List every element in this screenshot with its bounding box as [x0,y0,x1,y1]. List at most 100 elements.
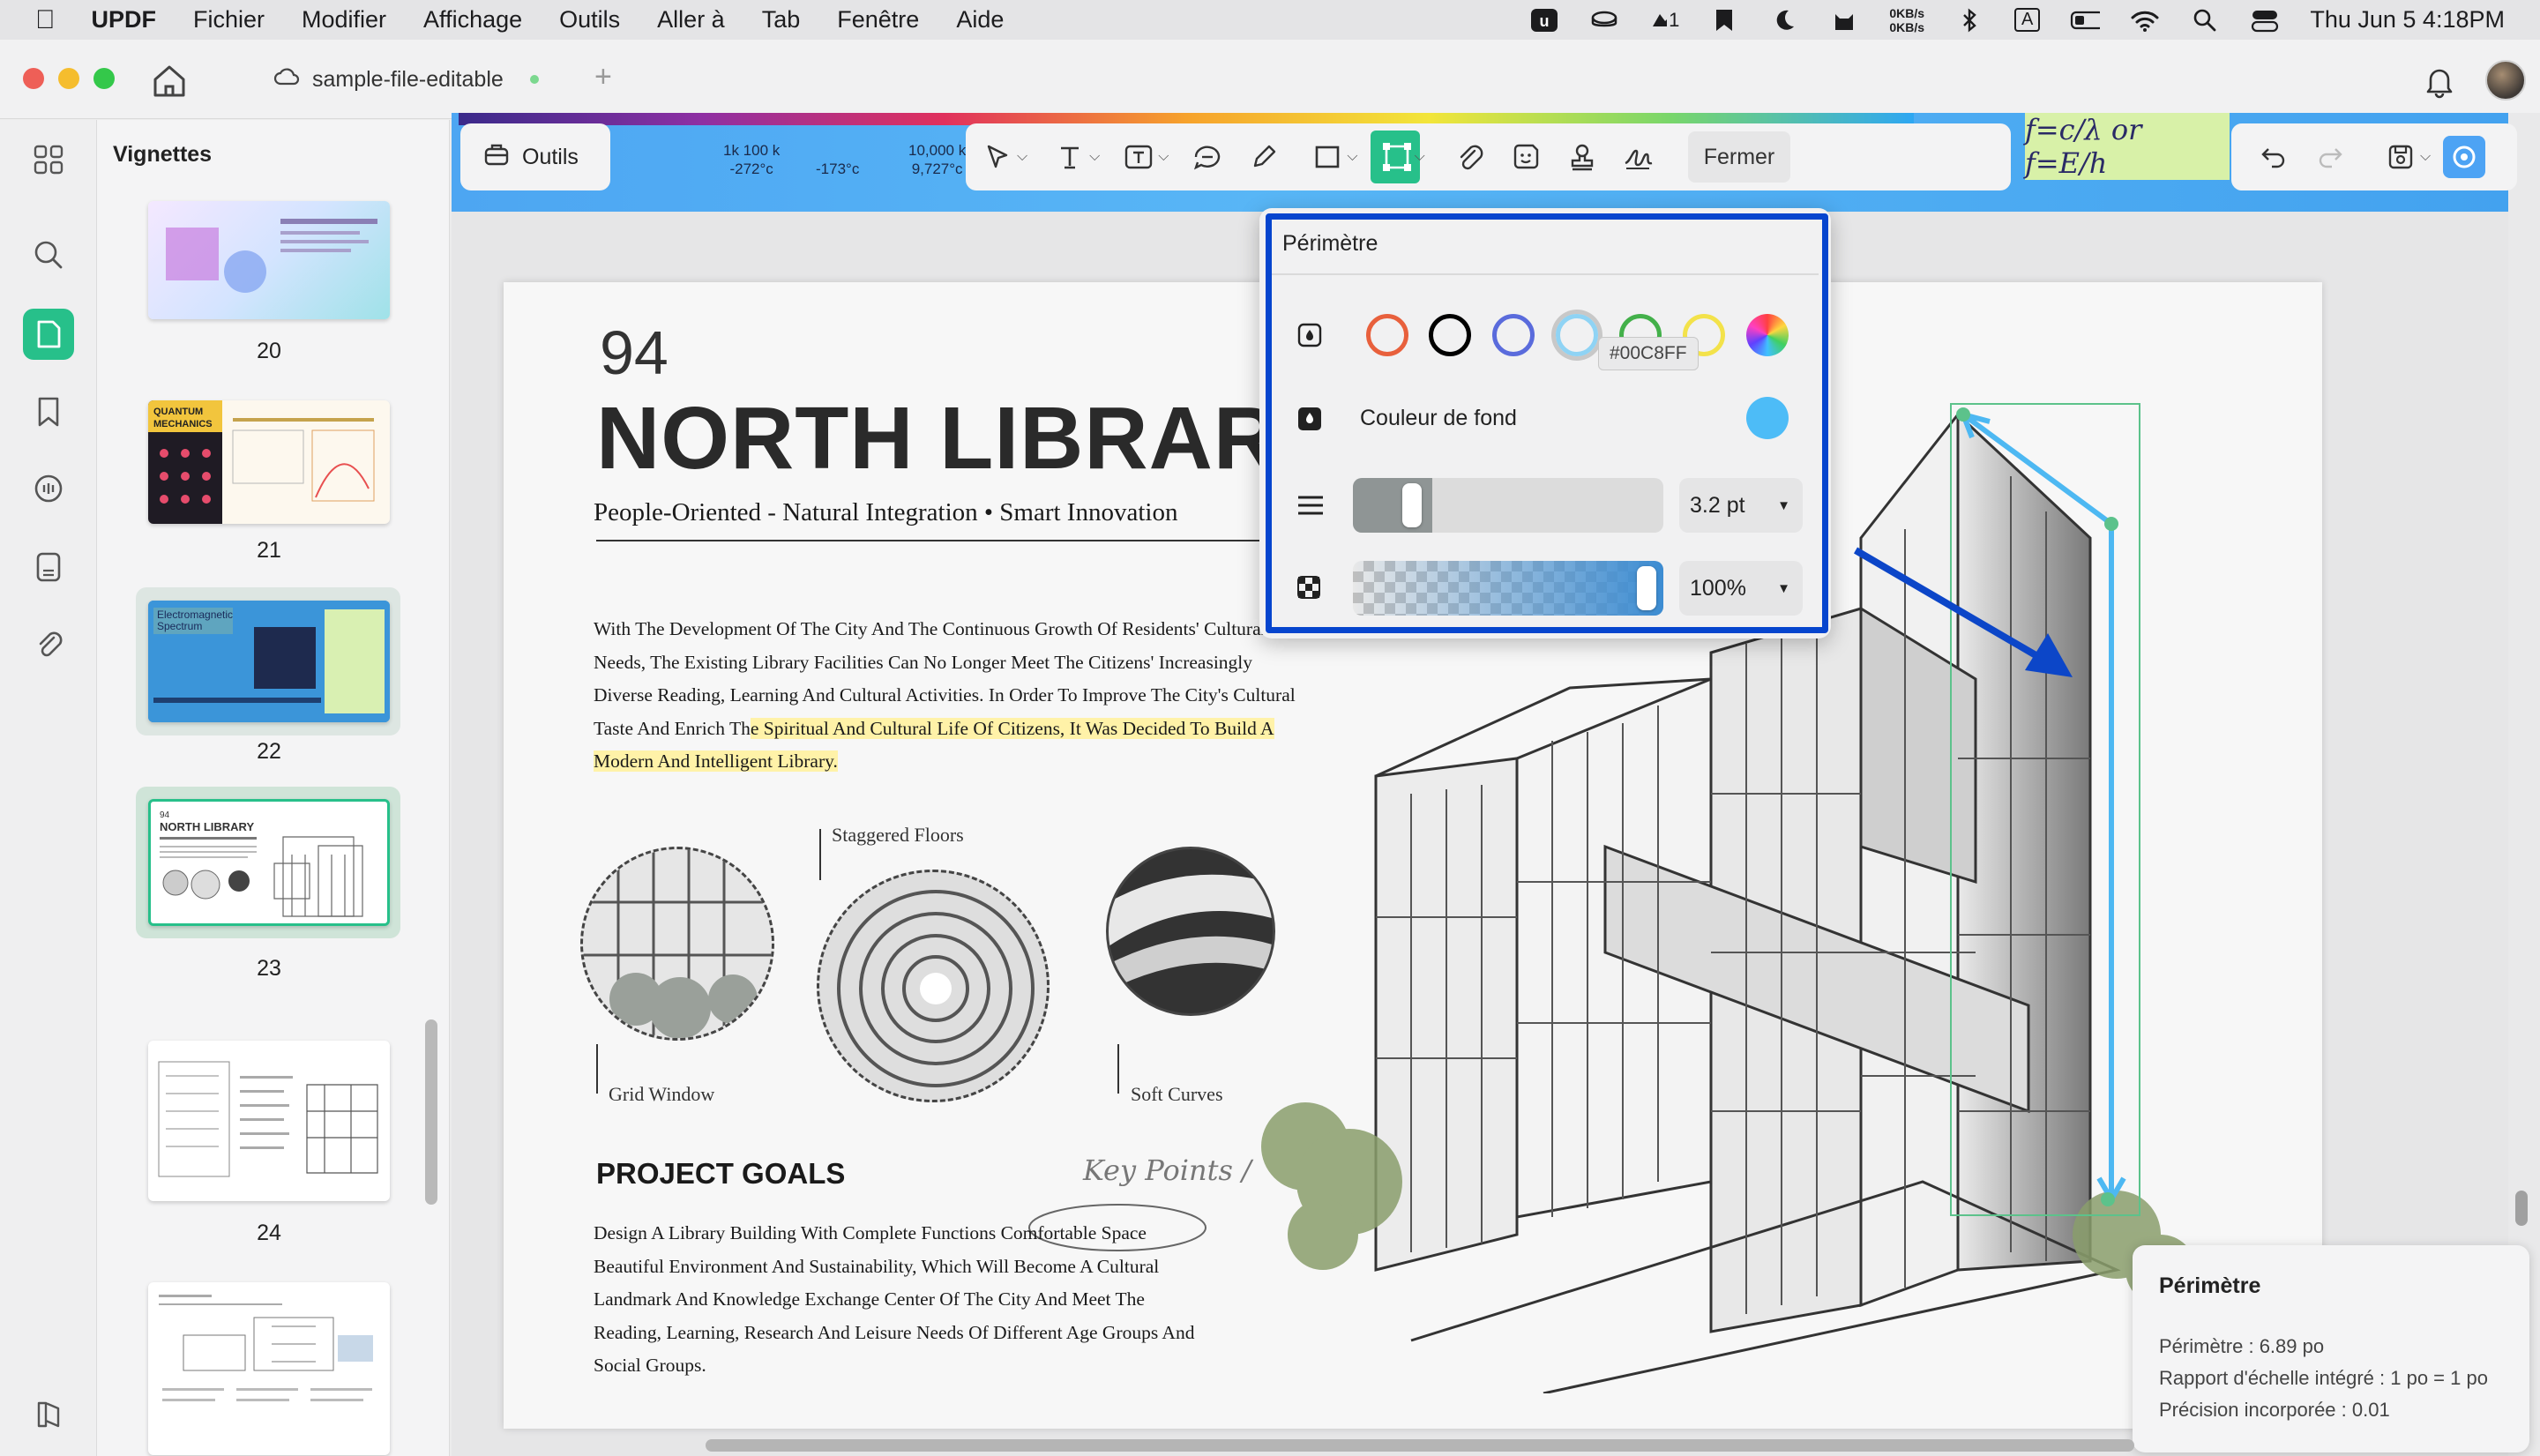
clock[interactable]: Thu Jun 5 4:18PM [2310,6,2505,34]
menu-modifier[interactable]: Modifier [283,6,405,34]
soft-curves-image [1106,847,1275,1016]
color-tooltip: #00C8FF [1598,337,1699,370]
new-tab-button[interactable]: + [594,60,612,94]
line-weight-select[interactable]: 3.2 pt ▼ [1679,478,1803,533]
caption-grid-window: Grid Window [609,1083,715,1105]
textbox-tool-dropdown-icon[interactable]: ⌵ [1158,149,1169,165]
vertical-scrollbar[interactable] [2515,1191,2528,1226]
page-title: NORTH LIBRARY [596,389,1335,488]
workspace-icon[interactable]: 1 [1649,7,1679,34]
battery-icon[interactable] [2070,7,2101,34]
caption-soft-curves: Soft Curves [1131,1083,1223,1105]
thumbnail-label-21: 21 [257,538,281,563]
close-window-button[interactable] [23,68,44,89]
input-source-icon[interactable]: A [2014,8,2041,32]
perimeter-measurement[interactable] [1940,397,2152,1235]
search-icon[interactable] [23,229,74,280]
scale-label-2: -173°c [816,161,860,177]
bookmark-tray-icon[interactable] [1709,7,1739,34]
intro-paragraph[interactable]: With The Development Of The City And The… [594,613,1299,779]
thumbnail-page-25[interactable] [148,1282,390,1455]
menu-aller-a[interactable]: Aller à [639,6,743,34]
text-tool-dropdown-icon[interactable]: ⌵ [1089,149,1100,165]
signature-tool-icon[interactable] [1614,132,1663,182]
fermer-button[interactable]: Fermer [1687,131,1791,183]
zoom-window-button[interactable] [93,68,115,89]
stamp-tool-icon[interactable] [1558,132,1607,182]
notification-bell-icon[interactable] [2424,63,2455,99]
pencil-tool-icon[interactable] [1239,132,1289,182]
key-points-script: Key Points / [1083,1154,1251,1187]
updf-tray-icon[interactable]: u [1529,7,1559,34]
menu-outils[interactable]: Outils [541,6,639,34]
organize-pages-icon[interactable] [23,134,74,185]
attachment-icon[interactable] [23,619,74,670]
save-icon[interactable] [2376,132,2425,182]
comments-icon[interactable] [23,464,74,515]
thumbnail-page-24[interactable] [148,1041,390,1201]
network-speed: 0KB/s 0KB/s [1889,6,1924,34]
text-tool-icon[interactable] [1045,132,1094,182]
cat-icon[interactable] [1829,7,1859,34]
measure-tool-icon[interactable] [1370,131,1420,183]
avatar[interactable] [2485,60,2526,101]
color-swatch-cyan-selected[interactable] [1556,314,1598,356]
project-goals-body[interactable]: Design A Library Building With Complete … [594,1217,1211,1383]
control-center-icon[interactable] [2250,7,2280,34]
apple-menu-icon[interactable]:  [0,5,73,35]
color-picker-icon[interactable] [1746,314,1789,356]
menu-fichier[interactable]: Fichier [175,6,283,34]
shape-tool-dropdown-icon[interactable]: ⌵ [1347,149,1357,165]
menu-aide[interactable]: Aide [938,6,1022,34]
save-dropdown-icon[interactable]: ⌵ [2420,149,2431,165]
opacity-gradient [1353,561,1663,616]
opacity-slider-handle[interactable] [1637,566,1656,610]
line-weight-slider-handle[interactable] [1402,483,1422,527]
minimize-window-button[interactable] [58,68,79,89]
menu-fenetre[interactable]: Fenêtre [818,6,938,34]
opacity-value: 100% [1690,575,1746,601]
textbox-tool-icon[interactable] [1114,132,1163,182]
thumbnails-icon[interactable] [23,309,74,360]
attach-tool-icon[interactable] [1445,132,1494,182]
thumbnail-page-23[interactable]: 94 NORTH LIBRARY [148,799,390,926]
opacity-select[interactable]: 100% ▼ [1679,561,1803,616]
scale-1-bottom: -272°c [729,161,773,177]
moon-icon[interactable] [1769,7,1799,34]
thumbnail-page-20[interactable] [148,201,390,319]
ai-assistant-icon[interactable] [2443,136,2486,178]
thumbnail-page-21[interactable]: QUANTUM MECHANICS [148,400,390,524]
opacity-slider[interactable] [1353,561,1663,616]
forms-icon[interactable] [23,541,74,593]
outils-button[interactable]: Outils [460,123,610,190]
menu-tab[interactable]: Tab [743,6,819,34]
select-tool-dropdown-icon[interactable]: ⌵ [1017,149,1027,165]
disk-icon[interactable] [1589,7,1619,34]
color-swatch-orange[interactable] [1366,314,1408,356]
scale-label-3: 10,000 k 9,727°c [908,141,966,178]
scale-3-top: 10,000 k [908,142,967,159]
horizontal-scrollbar[interactable] [706,1439,2134,1452]
comment-tool-icon[interactable] [1183,132,1232,182]
document-tab[interactable]: sample-file-editable [273,62,539,97]
menu-affichage[interactable]: Affichage [405,6,541,34]
shape-tool-icon[interactable] [1303,132,1352,182]
color-swatch-blue[interactable] [1492,314,1535,356]
menu-app-name[interactable]: UPDF [73,6,176,34]
wifi-icon[interactable] [2130,7,2160,34]
bluetooth-icon[interactable] [1954,7,1984,34]
thumbnail-page-22[interactable]: Electromagnetic Spectrum [148,601,390,722]
layers-icon[interactable] [23,1388,74,1439]
thumbnails-scrollbar[interactable] [425,1019,437,1205]
color-swatch-black[interactable] [1429,314,1471,356]
redo-icon[interactable] [2305,132,2355,182]
undo-icon[interactable] [2249,132,2298,182]
spotlight-search-icon[interactable] [2190,7,2220,34]
bookmark-icon[interactable] [23,386,74,437]
fill-color-swatch[interactable] [1746,397,1789,439]
select-tool-icon[interactable] [973,132,1022,182]
measure-tool-dropdown-icon[interactable]: ⌵ [1415,149,1425,165]
home-icon[interactable] [148,62,190,101]
sticker-tool-icon[interactable] [1501,132,1550,182]
opacity-icon [1296,575,1323,601]
